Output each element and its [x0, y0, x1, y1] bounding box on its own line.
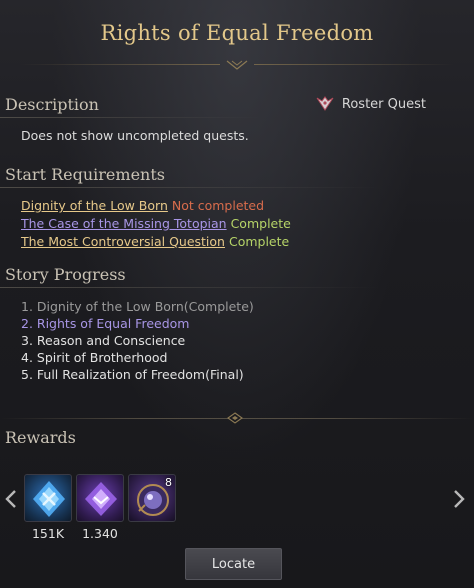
description-text: Does not show uncompleted quests. — [21, 128, 249, 143]
requirement-status: Complete — [230, 216, 291, 231]
reward-slot[interactable]: 8 — [128, 474, 176, 522]
story-progress-rule — [0, 287, 380, 288]
blue-crystal-icon — [33, 481, 65, 517]
requirement-link[interactable]: The Most Controversial Question — [21, 234, 225, 249]
story-step: 1. Dignity of the Low Born(Complete) — [21, 299, 254, 314]
requirement-row: Dignity of the Low Born Not completed — [21, 198, 264, 213]
divider-ornament-icon — [227, 412, 243, 424]
story-progress-heading: Story Progress — [5, 265, 126, 284]
reward-count: 8 — [165, 476, 172, 489]
title-divider-right — [254, 64, 454, 65]
story-step: 5. Full Realization of Freedom(Final) — [21, 367, 244, 382]
dialog-title: Rights of Equal Freedom — [100, 21, 374, 45]
title-ornament-icon — [226, 60, 248, 70]
story-step: 3. Reason and Conscience — [21, 333, 186, 348]
description-rule — [0, 117, 260, 118]
story-step-current: 2. Rights of Equal Freedom — [21, 316, 190, 331]
chevron-right-icon — [454, 490, 465, 508]
rewards-next-button[interactable] — [450, 488, 468, 510]
reward-slot[interactable] — [76, 474, 124, 522]
requirement-row: The Case of the Missing Totopian Complet… — [21, 216, 291, 231]
story-step: 4. Spirit of Brotherhood — [21, 350, 168, 365]
requirement-link[interactable]: Dignity of the Low Born — [21, 198, 168, 213]
title-divider-left — [20, 64, 220, 65]
chevron-left-icon — [5, 490, 16, 508]
requirement-status: Complete — [228, 234, 290, 249]
description-heading: Description — [5, 95, 99, 114]
requirement-link[interactable]: The Case of the Missing Totopian — [21, 216, 227, 231]
reward-label: 151K — [31, 526, 65, 541]
requirement-status: Not completed — [171, 198, 265, 213]
reward-slot[interactable] — [24, 474, 72, 522]
reward-label: 1.340 — [82, 526, 118, 541]
quest-type-badge: Roster Quest — [316, 96, 426, 112]
quest-detail-panel: Rights of Equal Freedom Description Rost… — [0, 0, 474, 588]
locate-button[interactable]: Locate — [185, 548, 282, 580]
quest-type-label: Roster Quest — [341, 96, 426, 112]
start-requirements-heading: Start Requirements — [5, 165, 165, 184]
rewards-heading: Rewards — [5, 428, 76, 447]
rewards-prev-button[interactable] — [2, 488, 20, 510]
requirement-row: The Most Controversial Question Complete — [21, 234, 289, 249]
start-requirements-rule — [0, 187, 380, 188]
roster-quest-icon — [316, 96, 334, 111]
purple-crystal-icon — [85, 482, 117, 516]
